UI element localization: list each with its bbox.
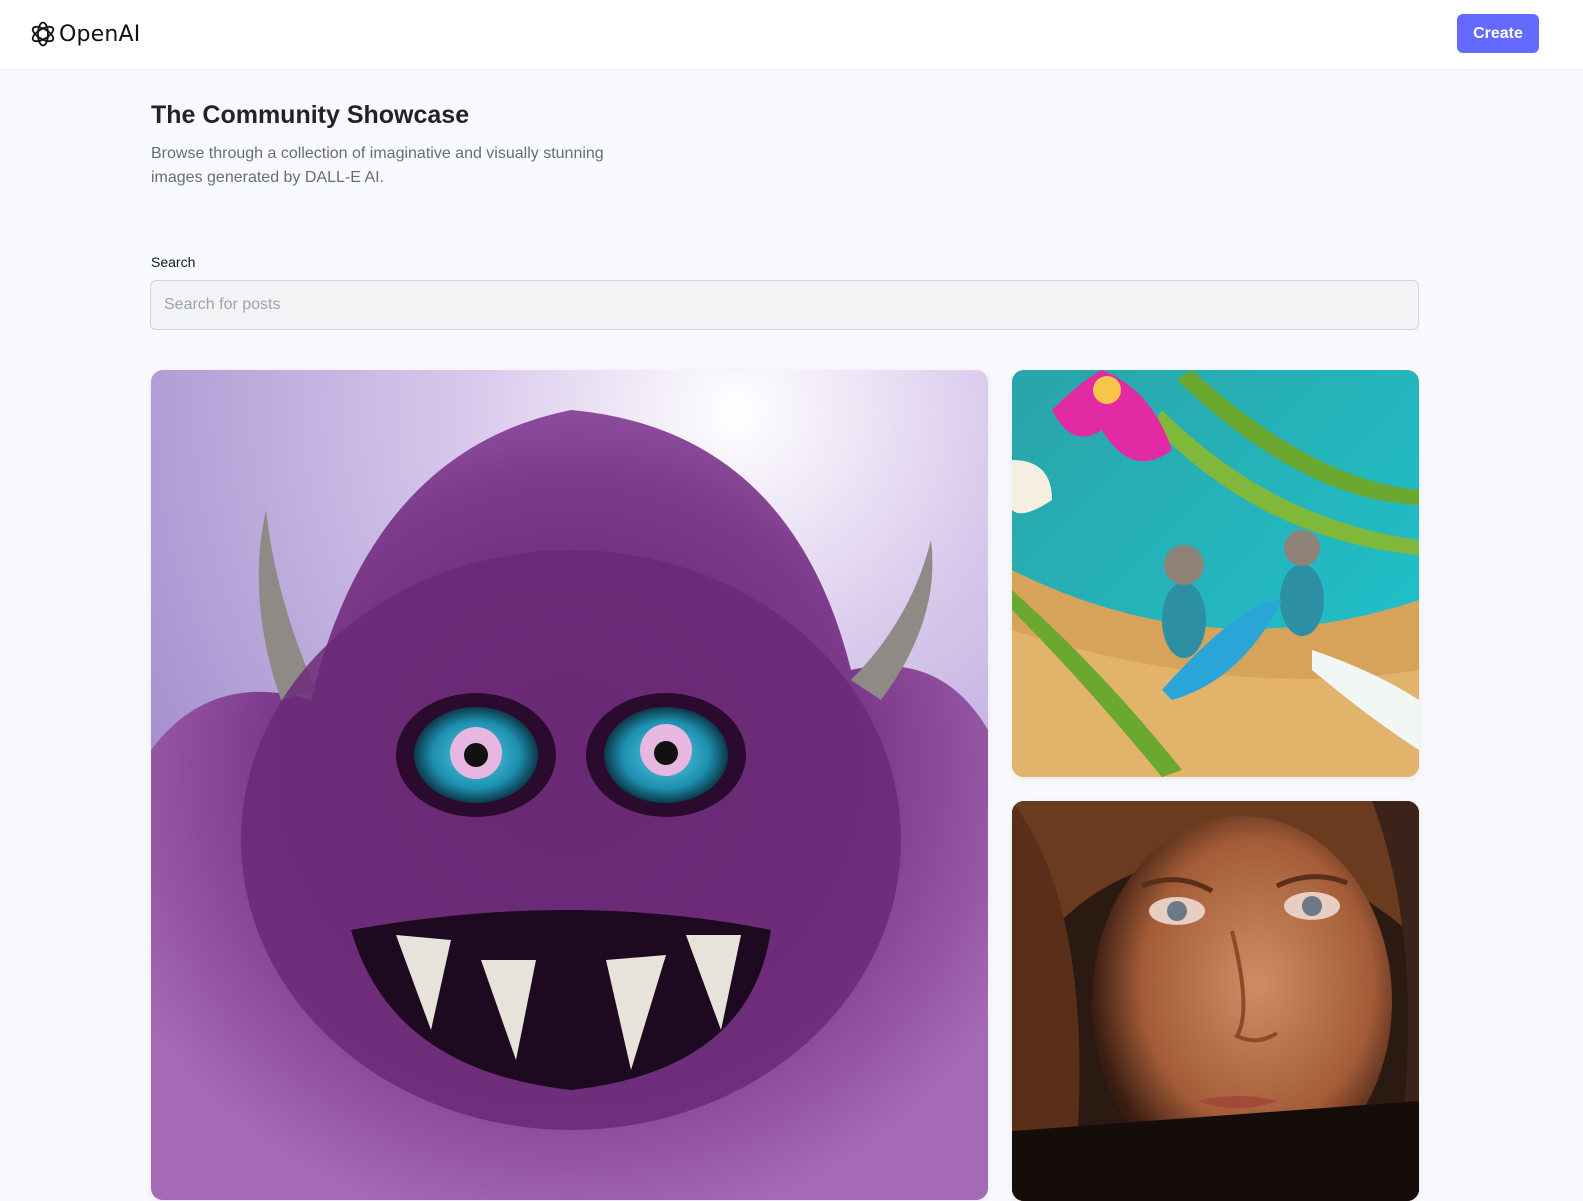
top-navbar: OpenAI Create	[0, 0, 1583, 70]
openai-logo-icon	[31, 21, 55, 47]
search-label: Search	[151, 254, 196, 270]
gallery-card-mice[interactable]	[1012, 370, 1419, 777]
search-input[interactable]	[150, 280, 1419, 330]
monster-image	[151, 370, 988, 1200]
page-title: The Community Showcase	[151, 101, 470, 129]
create-button[interactable]: Create	[1457, 14, 1539, 53]
page-subtitle: Browse through a collection of imaginati…	[151, 145, 604, 186]
woman-portrait-image	[1012, 801, 1419, 1201]
gallery-card-monster[interactable]	[151, 370, 988, 1200]
gallery-card-woman[interactable]	[1012, 801, 1419, 1201]
openai-logo[interactable]: OpenAI	[29, 19, 141, 49]
mice-surfers-image	[1012, 370, 1419, 777]
logo-text: OpenAI	[59, 21, 141, 47]
